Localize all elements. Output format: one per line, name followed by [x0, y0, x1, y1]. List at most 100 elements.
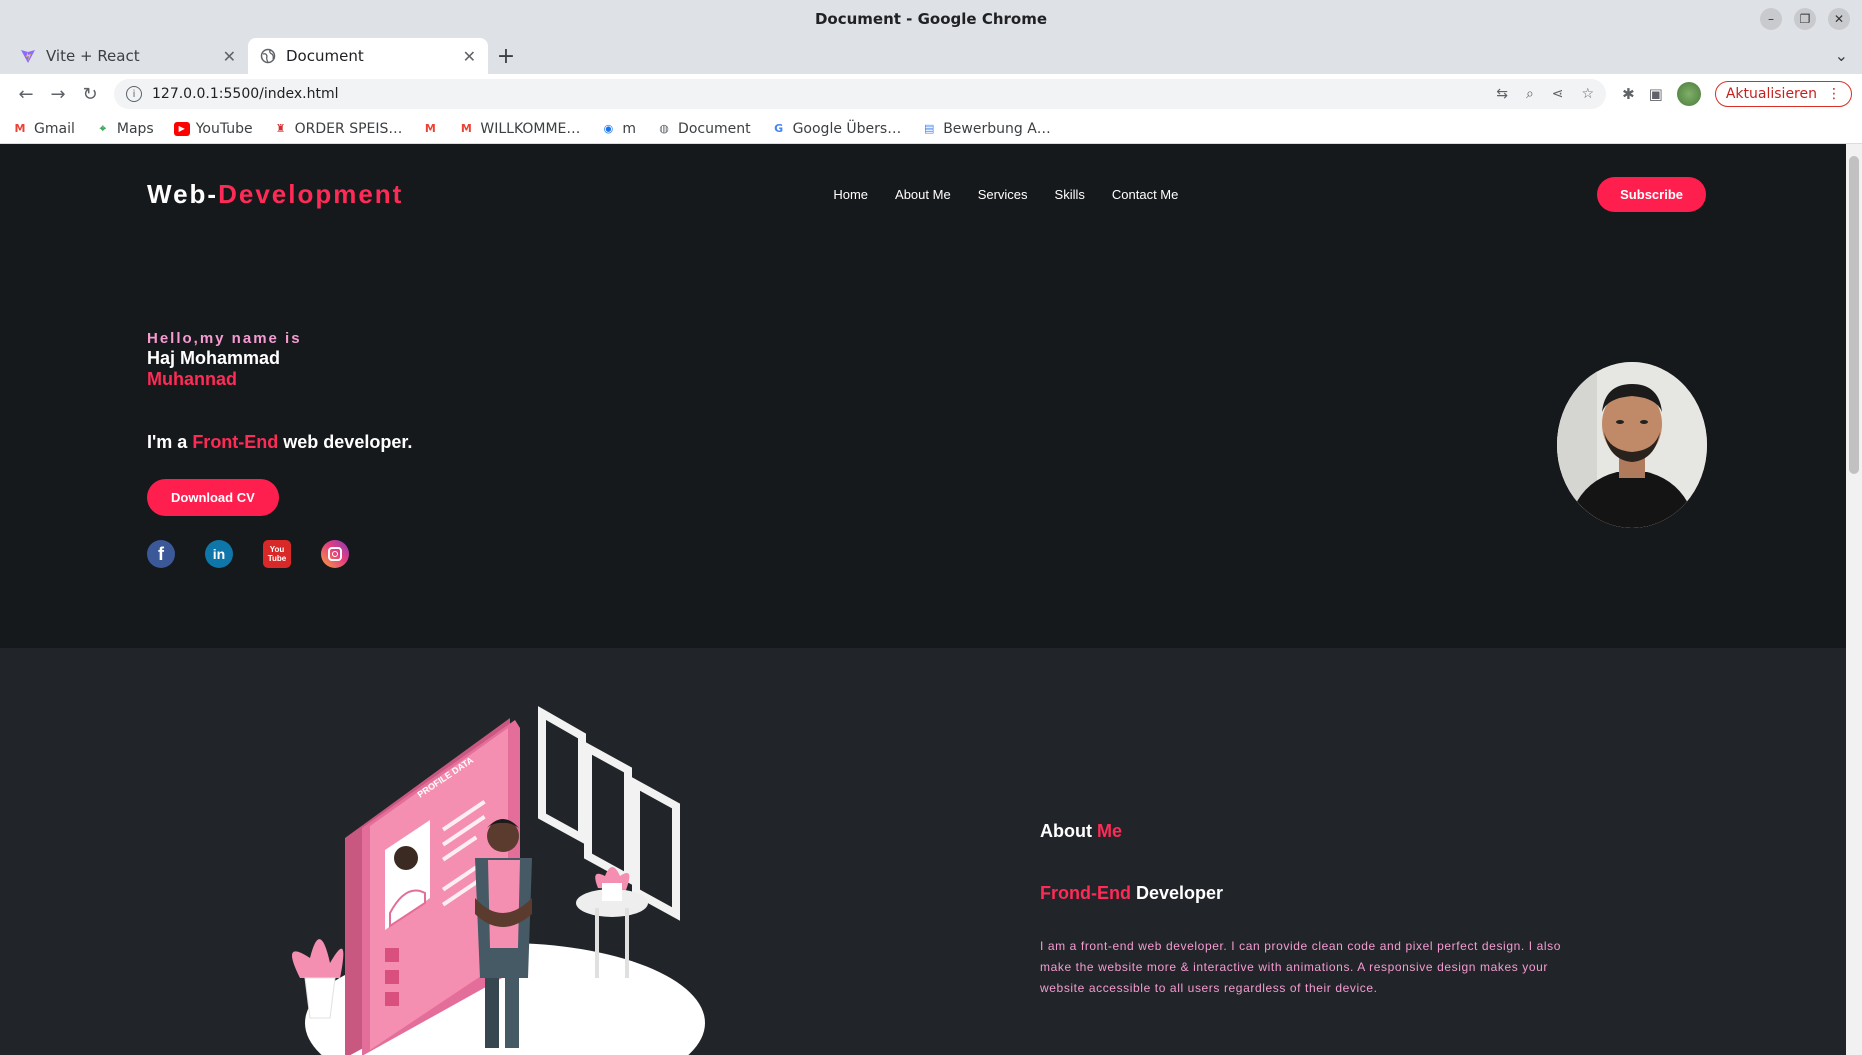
- bookmark-label: Google Übers…: [792, 120, 902, 137]
- window-title: Document - Google Chrome: [814, 10, 1048, 28]
- site-menu: Home About Me Services Skills Contact Me: [833, 187, 1178, 202]
- hero-role: I'm a Front-End web developer.: [147, 432, 412, 453]
- maps-icon: ⌖: [99, 121, 106, 135]
- bookmark-star-icon[interactable]: ☆: [1582, 86, 1595, 102]
- update-button[interactable]: Aktualisieren ⋮: [1714, 81, 1852, 107]
- bookmark-label: Document: [678, 120, 751, 137]
- tab-search-chevron-icon[interactable]: ⌄: [1835, 46, 1848, 65]
- more-menu-icon: ⋮: [1827, 86, 1841, 102]
- share-icon[interactable]: ⋖: [1552, 86, 1564, 102]
- nav-services[interactable]: Services: [978, 187, 1028, 202]
- about-sub-accent: Frond-End: [1040, 883, 1131, 903]
- circle-icon: ◉: [603, 122, 614, 135]
- tab-strip: Vite + React ✕ Document ✕ + ⌄: [0, 38, 1862, 74]
- bookmark-maps[interactable]: ⌖ Maps: [95, 121, 154, 137]
- about-content: About Me Frond-End Developer I am a fron…: [1040, 821, 1570, 999]
- hero-greeting: Hello,my name is: [147, 330, 302, 347]
- gmail-icon: M: [424, 122, 436, 135]
- order-icon: ♜: [275, 122, 286, 135]
- tab-document[interactable]: Document ✕: [248, 38, 488, 74]
- bookmark-gmail[interactable]: M Gmail: [12, 121, 75, 137]
- window-controls: – ❐ ✕: [1760, 8, 1850, 30]
- gmail-icon: M: [460, 122, 472, 135]
- bookmark-label: WILLKOMME…: [480, 120, 581, 137]
- role-suffix: web developer.: [278, 432, 413, 452]
- youtube-icon[interactable]: You Tube: [263, 540, 291, 568]
- globe-icon: ◍: [659, 122, 669, 135]
- bookmark-gmail-2[interactable]: M: [422, 122, 438, 136]
- bookmark-label: Maps: [116, 120, 154, 137]
- role-accent: Front-End: [192, 432, 279, 452]
- forward-icon[interactable]: →: [42, 78, 74, 110]
- globe-icon: [260, 48, 276, 64]
- scrollbar-thumb[interactable]: [1849, 156, 1859, 474]
- restore-icon[interactable]: ❐: [1794, 8, 1816, 30]
- about-sub-suffix: Developer: [1130, 883, 1224, 903]
- tab-vite-react[interactable]: Vite + React ✕: [8, 38, 248, 74]
- profile-data-illustration: PROFILE DATA: [270, 678, 750, 1055]
- nav-skills[interactable]: Skills: [1055, 187, 1085, 202]
- bookmark-label: Bewerbung A…: [943, 120, 1051, 137]
- hero-first-name: Haj Mohammad: [147, 348, 281, 368]
- hero-intro: Hello,my name is Haj Mohammad Muhannad I…: [147, 330, 412, 568]
- logo-prefix: Web-: [147, 179, 219, 209]
- translate-icon: G: [774, 122, 784, 135]
- social-links: f in You Tube: [147, 540, 412, 568]
- bookmark-willkommen[interactable]: M WILLKOMME…: [458, 120, 581, 137]
- about-title-prefix: About: [1040, 821, 1097, 841]
- window-titlebar: Document - Google Chrome – ❐ ✕: [0, 0, 1862, 38]
- profile-photo: [1557, 362, 1707, 528]
- new-tab-button[interactable]: +: [488, 38, 524, 74]
- bookmark-bewerbung[interactable]: ▤ Bewerbung A…: [921, 121, 1051, 137]
- vite-icon: [20, 48, 36, 64]
- address-bar[interactable]: i 127.0.0.1:5500/index.html ⇆ ⌕ ⋖ ☆: [114, 79, 1607, 109]
- update-label: Aktualisieren: [1725, 86, 1817, 102]
- about-subtitle: Frond-End Developer: [1040, 883, 1570, 904]
- nav-contact-me[interactable]: Contact Me: [1112, 187, 1178, 202]
- url-text[interactable]: 127.0.0.1:5500/index.html: [152, 86, 1496, 102]
- nav-home[interactable]: Home: [833, 187, 868, 202]
- linkedin-icon[interactable]: in: [205, 540, 233, 568]
- back-icon[interactable]: ←: [10, 78, 42, 110]
- bookmark-order[interactable]: ♜ ORDER SPEIS…: [273, 121, 403, 137]
- facebook-icon[interactable]: f: [147, 540, 175, 568]
- site-info-icon[interactable]: i: [126, 86, 142, 102]
- bookmark-label: Gmail: [34, 120, 75, 137]
- logo-accent: Development: [218, 179, 404, 209]
- close-tab-icon[interactable]: ✕: [463, 47, 476, 66]
- close-tab-icon[interactable]: ✕: [223, 47, 236, 66]
- tab-label: Document: [286, 47, 364, 65]
- bookmark-label: ORDER SPEIS…: [294, 120, 403, 137]
- bookmarks-bar: M Gmail ⌖ Maps ▶ YouTube ♜ ORDER SPEIS… M MW…: [0, 114, 1862, 144]
- nav-about-me[interactable]: About Me: [895, 187, 951, 202]
- about-title: About Me: [1040, 821, 1570, 842]
- side-panel-icon[interactable]: ▣: [1649, 85, 1663, 103]
- close-window-icon[interactable]: ✕: [1828, 8, 1850, 30]
- about-section: PROFILE DATA About Me Frond-End Develope…: [0, 648, 1846, 1055]
- site-logo[interactable]: Web-Development: [147, 179, 403, 210]
- bookmark-google-translate[interactable]: G Google Übers…: [771, 120, 902, 137]
- role-prefix: I'm a: [147, 432, 193, 452]
- browser-toolbar: ← → ↻ i 127.0.0.1:5500/index.html ⇆ ⌕ ⋖ …: [0, 74, 1862, 114]
- zoom-icon[interactable]: ⌕: [1526, 86, 1534, 102]
- bookmark-label: YouTube: [195, 120, 253, 137]
- hero-last-name: Muhannad: [147, 369, 237, 389]
- bookmark-label: m: [622, 120, 637, 137]
- bookmark-document[interactable]: ◍ Document: [656, 120, 751, 137]
- bookmark-m[interactable]: ◉ m: [600, 121, 636, 137]
- extensions-icon[interactable]: ✱: [1622, 85, 1635, 103]
- about-description: I am a front-end web developer. I can pr…: [1040, 939, 1562, 995]
- translate-icon[interactable]: ⇆: [1496, 86, 1508, 102]
- download-cv-button[interactable]: Download CV: [147, 479, 279, 516]
- bookmark-youtube[interactable]: ▶ YouTube: [173, 120, 253, 137]
- reload-icon[interactable]: ↻: [74, 78, 106, 110]
- about-title-accent: Me: [1096, 821, 1122, 841]
- gmail-icon: M: [14, 122, 26, 135]
- page-viewport: Web-Development Home About Me Services S…: [0, 144, 1846, 1055]
- page-scrollbar[interactable]: [1846, 144, 1862, 1055]
- profile-avatar[interactable]: [1676, 82, 1701, 106]
- instagram-icon[interactable]: [321, 540, 349, 568]
- subscribe-button[interactable]: Subscribe: [1597, 177, 1706, 212]
- minimize-icon[interactable]: –: [1760, 8, 1782, 30]
- hero-section: Web-Development Home About Me Services S…: [0, 144, 1846, 648]
